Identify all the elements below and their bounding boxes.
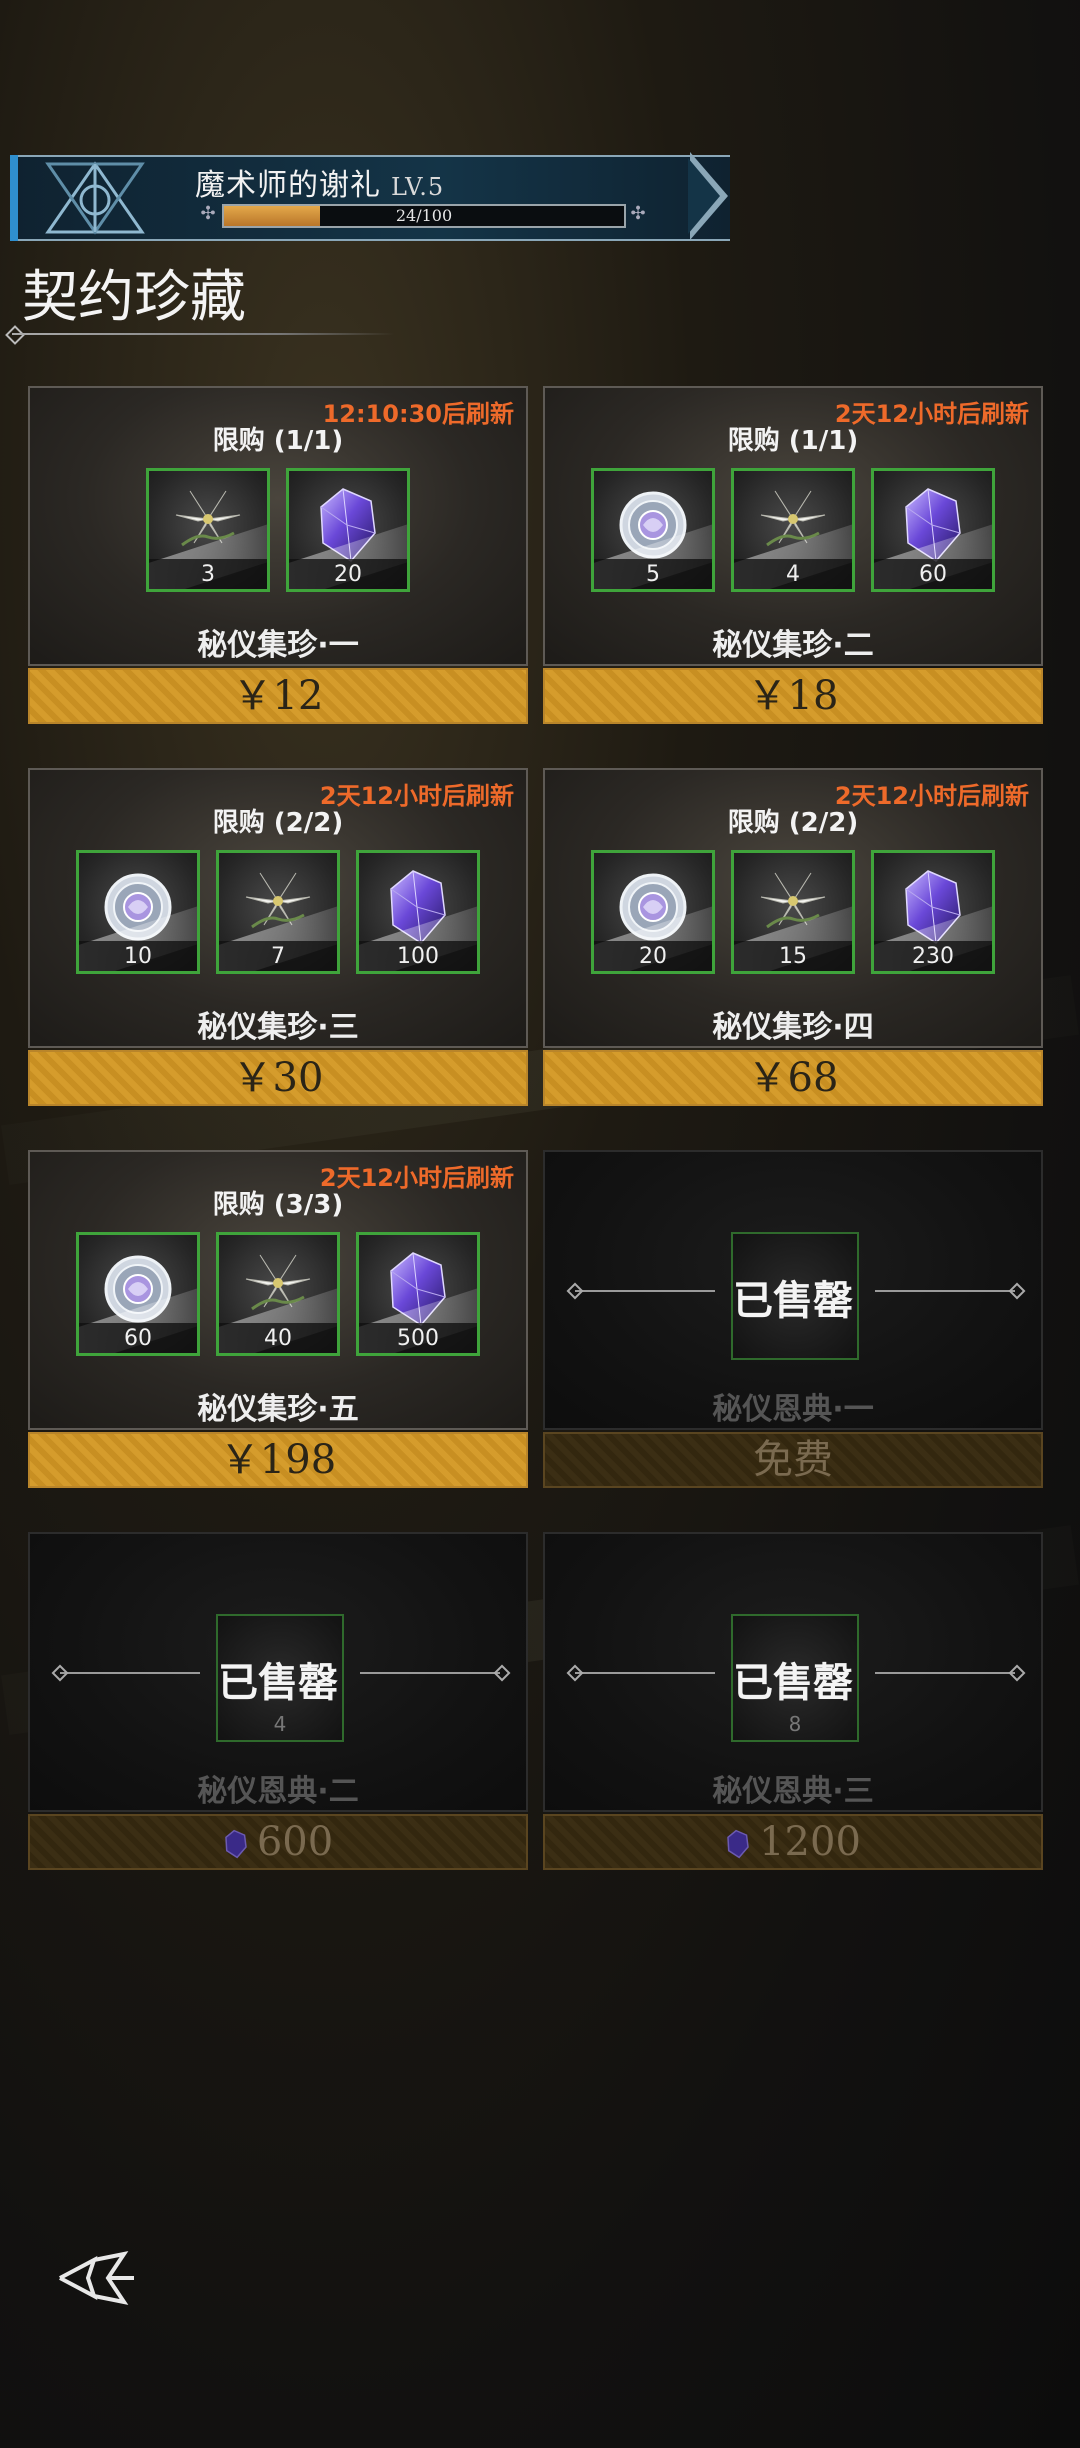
- price-button[interactable]: ￥18: [543, 668, 1043, 724]
- bundle-card[interactable]: 12:10:30后刷新 限购 (1/1) 3 20 秘仪集珍·一: [28, 386, 528, 666]
- item-quantity: 230: [912, 944, 954, 969]
- item-quantity: 500: [397, 1326, 439, 1351]
- soldout-card: 已售罄秘仪恩典·一: [543, 1150, 1043, 1430]
- reward-item[interactable]: 10: [76, 850, 200, 974]
- bundle-items: 5 4 60: [545, 468, 1041, 592]
- purchase-limit: 限购 (3/3): [212, 1190, 344, 1220]
- item-quantity: 100: [397, 944, 439, 969]
- bundle-name: 秘仪集珍·五: [197, 1392, 359, 1427]
- price-button[interactable]: ￥12: [28, 668, 528, 724]
- bundle-name: 秘仪集珍·一: [197, 628, 359, 663]
- purchase-limit: 限购 (2/2): [727, 808, 859, 838]
- soldout-label: 已售罄: [733, 1660, 853, 1706]
- bundle-name: 秘仪集珍·三: [197, 1010, 359, 1045]
- reward-item[interactable]: 20: [286, 468, 410, 592]
- reward-item[interactable]: 20: [591, 850, 715, 974]
- item-quantity: 40: [264, 1326, 292, 1351]
- item-quantity: 15: [779, 944, 807, 969]
- price-label: 免费: [753, 1437, 833, 1483]
- soldout-label: 已售罄: [733, 1278, 853, 1324]
- soldout-card: 8 已售罄秘仪恩典·三: [543, 1532, 1043, 1812]
- back-arrow-icon[interactable]: [54, 2248, 138, 2308]
- reward-item[interactable]: 100: [356, 850, 480, 974]
- reward-item[interactable]: 5: [591, 468, 715, 592]
- bundle-name: 秘仪恩典·三: [712, 1774, 874, 1809]
- bundle-items: 20 15 230: [545, 850, 1041, 974]
- reward-item[interactable]: 4: [731, 468, 855, 592]
- item-quantity: 8: [788, 1712, 802, 1736]
- reward-item[interactable]: 60: [76, 1232, 200, 1356]
- xp-right-ornament-icon: ✣: [630, 203, 646, 224]
- purchase-limit: 限购 (1/1): [212, 426, 344, 456]
- item-quantity: 20: [334, 562, 362, 587]
- price-button: 免费: [543, 1432, 1043, 1488]
- soldout-label: 已售罄: [218, 1660, 338, 1706]
- item-quantity: 4: [786, 562, 800, 587]
- crystal-icon: [223, 1821, 249, 1859]
- purchase-limit: 限购 (1/1): [727, 426, 859, 456]
- bundle-card[interactable]: 2天12小时后刷新 限购 (3/3) 60 40 500 秘仪集珍·五: [28, 1150, 528, 1430]
- item-quantity: 4: [273, 1712, 287, 1736]
- bundle-name: 秘仪集珍·二: [712, 628, 874, 663]
- banner-level: LV.5: [391, 173, 445, 201]
- item-quantity: 20: [639, 944, 667, 969]
- xp-left-ornament-icon: ✣: [200, 203, 216, 224]
- price-label: 600: [256, 1819, 334, 1865]
- item-quantity: 7: [271, 944, 285, 969]
- reward-item[interactable]: 230: [871, 850, 995, 974]
- title-divider: [12, 333, 394, 335]
- reward-item[interactable]: 3: [146, 468, 270, 592]
- purchase-limit: 限购 (2/2): [212, 808, 344, 838]
- page-title: 契约珍藏: [22, 265, 246, 330]
- banner-accent: [10, 155, 18, 241]
- soldout-card: 4 已售罄秘仪恩典·二: [28, 1532, 528, 1812]
- item-quantity: 5: [646, 562, 660, 587]
- reward-item[interactable]: 7: [216, 850, 340, 974]
- magician-emblem-icon: [45, 161, 145, 235]
- price-button[interactable]: ￥30: [28, 1050, 528, 1106]
- price-button[interactable]: ￥68: [543, 1050, 1043, 1106]
- price-button[interactable]: ￥198: [28, 1432, 528, 1488]
- price-label: 1200: [759, 1819, 861, 1865]
- xp-progress-text: 24/100: [395, 206, 453, 225]
- price-button: 600: [28, 1814, 528, 1870]
- reward-item[interactable]: 40: [216, 1232, 340, 1356]
- bundle-name: 秘仪恩典·二: [197, 1774, 359, 1809]
- item-quantity: 10: [124, 944, 152, 969]
- reward-item[interactable]: 15: [731, 850, 855, 974]
- reward-item[interactable]: 60: [871, 468, 995, 592]
- item-quantity: 60: [919, 562, 947, 587]
- bundle-name: 秘仪集珍·四: [712, 1010, 874, 1045]
- banner-title: 魔术师的谢礼 LV.5: [195, 168, 445, 203]
- bundle-items: 10 7 100: [30, 850, 526, 974]
- bundle-card[interactable]: 2天12小时后刷新 限购 (2/2) 10 7 100 秘仪集珍·三: [28, 768, 528, 1048]
- item-quantity: 3: [201, 562, 215, 587]
- reward-item[interactable]: 500: [356, 1232, 480, 1356]
- price-button: 1200: [543, 1814, 1043, 1870]
- xp-progress-bar: 24/100: [222, 204, 626, 228]
- bundle-items: 60 40 500: [30, 1232, 526, 1356]
- crystal-icon: [725, 1821, 751, 1859]
- bundle-name: 秘仪恩典·一: [712, 1392, 874, 1427]
- bundle-items: 3 20: [30, 468, 526, 592]
- item-quantity: 60: [124, 1326, 152, 1351]
- bundle-card[interactable]: 2天12小时后刷新 限购 (2/2) 20 15 230 秘仪集珍·四: [543, 768, 1043, 1048]
- bundle-card[interactable]: 2天12小时后刷新 限购 (1/1) 5 4 60 秘仪集珍·二: [543, 386, 1043, 666]
